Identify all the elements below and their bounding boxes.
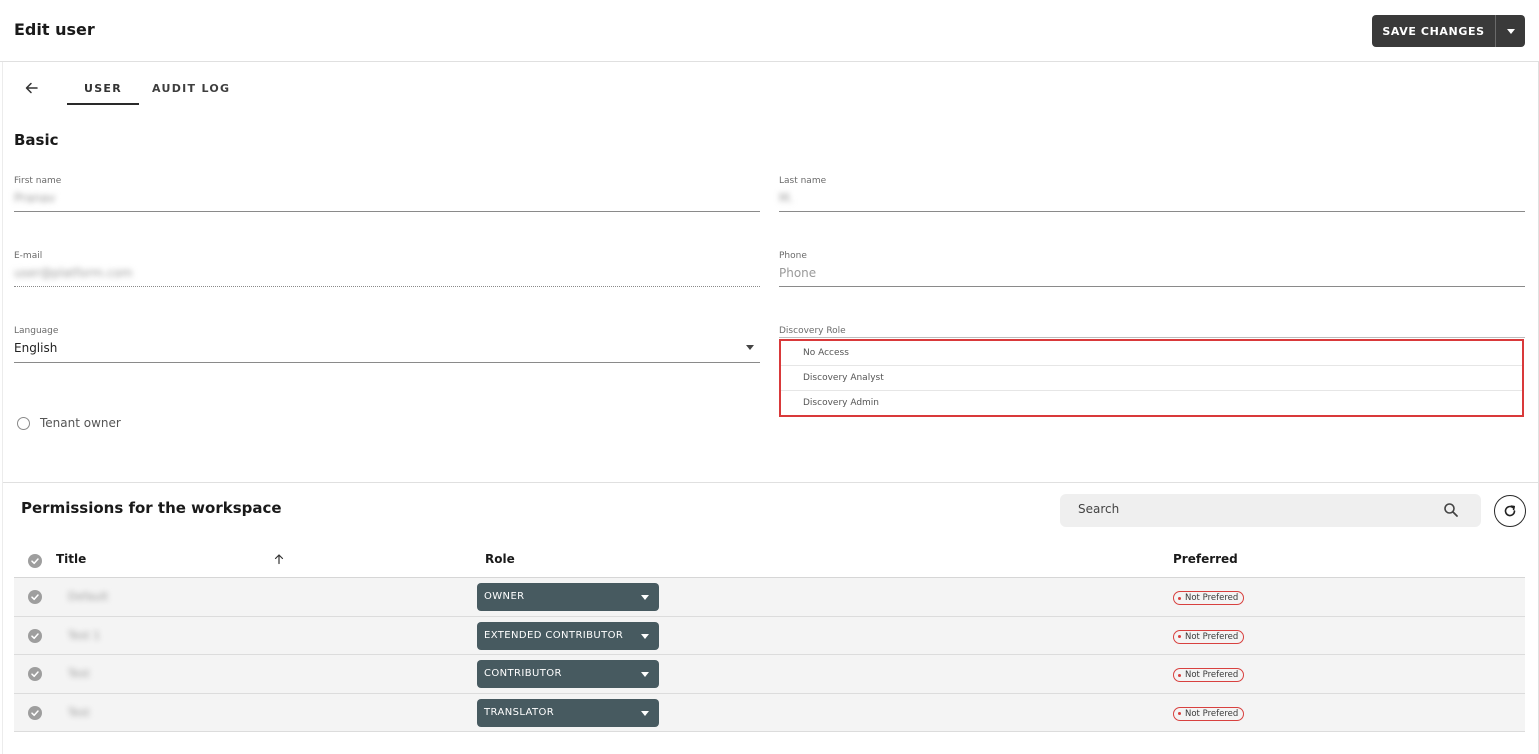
discovery-role-label: Discovery Role	[779, 326, 846, 336]
preferred-badge-label: Not Prefered	[1185, 631, 1239, 642]
last-name-label: Last name	[779, 176, 827, 186]
check-circle-icon[interactable]	[28, 554, 42, 568]
row-title: Test 1	[68, 628, 101, 642]
role-select[interactable]: OWNER	[477, 583, 659, 611]
search-box	[1060, 494, 1481, 527]
role-select[interactable]: TRANSLATOR	[477, 698, 659, 727]
first-name-label: First name	[14, 176, 62, 186]
tab-user[interactable]: USER	[67, 80, 139, 105]
column-header-title[interactable]: Title	[56, 552, 86, 566]
caret-down-icon	[641, 633, 649, 639]
role-select-value: EXTENDED CONTRIBUTOR	[484, 629, 624, 641]
badge-dot	[1178, 673, 1181, 677]
save-options-button[interactable]	[1496, 15, 1525, 47]
role-select[interactable]: CONTRIBUTOR	[477, 660, 659, 688]
tenant-owner-radio[interactable]: Tenant owner	[17, 416, 121, 430]
back-button[interactable]	[22, 78, 42, 98]
email-value: user@platform.com	[14, 266, 133, 280]
section-divider	[3, 482, 1538, 483]
table-row[interactable]: Default OWNER Not Prefered	[14, 578, 1525, 617]
caret-down-icon	[641, 710, 649, 716]
role-select-value: OWNER	[484, 591, 525, 602]
role-option-no-access[interactable]: No Access	[781, 341, 1522, 366]
phone-placeholder: Phone	[779, 266, 817, 280]
column-header-preferred: Preferred	[1173, 552, 1238, 566]
check-circle-icon[interactable]	[28, 590, 42, 604]
language-value: English	[14, 341, 58, 355]
preferred-badge[interactable]: Not Prefered	[1173, 668, 1245, 682]
radio-circle[interactable]	[17, 416, 30, 430]
preferred-badge[interactable]: Not Prefered	[1173, 629, 1245, 644]
preferred-badge[interactable]: Not Prefered	[1173, 591, 1245, 605]
refresh-button[interactable]	[1494, 495, 1526, 527]
caret-down-icon	[641, 672, 649, 677]
search-icon[interactable]	[1443, 502, 1459, 518]
page-title: Edit user	[14, 20, 95, 39]
role-select-value: TRANSLATOR	[484, 706, 555, 718]
discovery-role-options: No Access Discovery Analyst Discovery Ad…	[779, 339, 1524, 417]
table-row[interactable]: Test CONTRIBUTOR Not Prefered	[14, 655, 1525, 694]
table-row[interactable]: Test 1 EXTENDED CONTRIBUTOR Not Prefered	[14, 616, 1525, 655]
phone-label: Phone	[779, 251, 807, 261]
last-name-field[interactable]: Last name M.	[779, 176, 1525, 212]
arrow-left-icon	[25, 82, 38, 94]
column-header-role: Role	[485, 552, 515, 566]
tab-audit-log[interactable]: AUDIT LOG	[152, 80, 230, 95]
field-underline	[779, 286, 1525, 287]
caret-down-icon	[746, 345, 754, 350]
field-underline	[779, 211, 1525, 212]
tenant-owner-label: Tenant owner	[40, 416, 121, 430]
discovery-role-field[interactable]: Discovery Role	[779, 326, 1525, 338]
badge-dot	[1178, 712, 1181, 715]
left-border	[2, 62, 3, 754]
language-select[interactable]: Language English	[14, 326, 760, 363]
first-name-value: Pranav	[14, 191, 56, 205]
table-header: Title Role Preferred	[14, 540, 1525, 578]
preferred-badge-label: Not Prefered	[1185, 708, 1239, 719]
last-name-value: M.	[779, 191, 794, 205]
email-label: E-mail	[14, 251, 43, 261]
permissions-title: Permissions for the workspace	[21, 499, 282, 517]
caret-down-icon	[1506, 28, 1515, 34]
row-title: Test	[68, 667, 90, 680]
role-select-value: CONTRIBUTOR	[484, 668, 562, 679]
table-row[interactable]: Test TRANSLATOR Not Prefered	[14, 693, 1525, 732]
permissions-table: Title Role Preferred Default OWNER Not P…	[14, 540, 1525, 732]
field-underline	[14, 362, 760, 363]
top-bar: Edit user SAVE CHANGES	[0, 0, 1539, 62]
field-underline-disabled	[14, 286, 760, 287]
preferred-badge[interactable]: Not Prefered	[1173, 706, 1245, 721]
search-input[interactable]	[1078, 502, 1418, 516]
section-title-basic: Basic	[14, 131, 59, 149]
save-changes-button[interactable]: SAVE CHANGES	[1372, 15, 1495, 47]
badge-dot	[1178, 635, 1181, 638]
check-circle-icon[interactable]	[28, 705, 42, 720]
row-title: Test	[68, 705, 90, 719]
role-option-discovery-admin[interactable]: Discovery Admin	[781, 391, 1522, 416]
check-circle-icon[interactable]	[28, 667, 42, 681]
role-select[interactable]: EXTENDED CONTRIBUTOR	[477, 621, 659, 650]
save-button-group: SAVE CHANGES	[1372, 15, 1525, 47]
role-option-discovery-analyst[interactable]: Discovery Analyst	[781, 366, 1522, 391]
row-title: Default	[68, 590, 109, 603]
phone-field[interactable]: Phone Phone	[779, 251, 1525, 287]
field-underline	[14, 211, 760, 212]
caret-down-icon	[641, 595, 649, 600]
preferred-badge-label: Not Prefered	[1185, 593, 1239, 603]
language-label: Language	[14, 326, 59, 336]
preferred-badge-label: Not Prefered	[1185, 670, 1239, 680]
first-name-field[interactable]: First name Pranav	[14, 176, 760, 212]
field-underline	[779, 337, 1525, 338]
badge-dot	[1178, 596, 1181, 600]
check-circle-icon[interactable]	[28, 628, 42, 643]
refresh-icon	[1504, 505, 1516, 517]
arrow-up-icon[interactable]	[273, 553, 285, 565]
email-field: E-mail user@platform.com	[14, 251, 760, 287]
